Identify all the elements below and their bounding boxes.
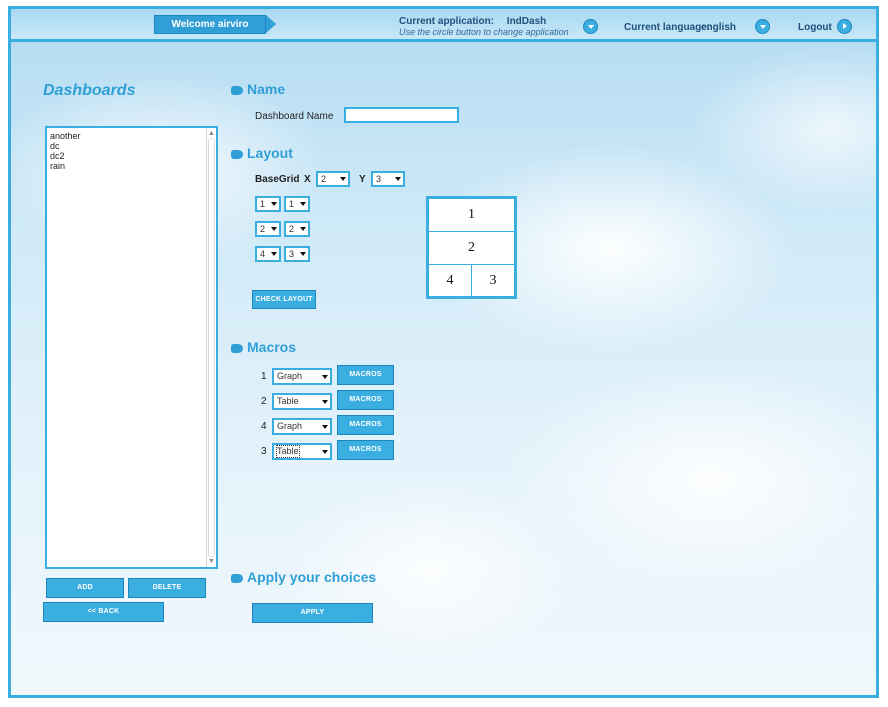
name-section-title: Name — [247, 81, 286, 97]
macro-number: 1 — [261, 371, 267, 382]
macro-type-select[interactable]: Graph — [272, 418, 332, 435]
change-application-hint: Use the circle button to change applicat… — [399, 27, 569, 37]
welcome-badge: Welcome airviro — [154, 15, 266, 34]
layout-preview-cell: 4 — [428, 264, 472, 297]
bullet-icon — [231, 344, 243, 353]
apply-button[interactable]: APPLY — [252, 603, 373, 623]
chevron-down-icon — [300, 202, 306, 206]
layout-row1-select-a[interactable]: 1 — [255, 196, 281, 212]
back-button[interactable]: << BACK — [43, 602, 164, 622]
layout-row2-select-a[interactable]: 2 — [255, 221, 281, 237]
layout-preview-cell: 3 — [471, 264, 515, 297]
app-frame: Welcome airviro Current application: Ind… — [8, 6, 879, 698]
bullet-icon — [231, 574, 243, 583]
scroll-down-icon[interactable]: ▼ — [207, 557, 216, 566]
x-label: X — [304, 174, 311, 185]
macros-button[interactable]: MACROS — [337, 390, 394, 410]
change-language-button[interactable] — [755, 19, 770, 34]
x-select[interactable]: 2 — [316, 171, 350, 187]
chevron-down-icon — [300, 252, 306, 256]
macro-type-select[interactable]: Graph — [272, 368, 332, 385]
chevron-down-icon — [322, 425, 328, 429]
layout-section-title: Layout — [247, 145, 293, 161]
welcome-arrow-icon — [266, 15, 276, 33]
macros-button[interactable]: MACROS — [337, 440, 394, 460]
layout-row1-select-b[interactable]: 1 — [284, 196, 310, 212]
check-layout-button[interactable]: CHECK LAYOUT — [252, 290, 316, 309]
list-item[interactable]: dc2 — [47, 151, 216, 161]
list-scrollbar[interactable]: ▲ ▼ — [206, 128, 216, 567]
current-application-label: Current application: — [399, 16, 495, 27]
chevron-down-icon — [340, 177, 346, 181]
bullet-icon — [231, 150, 243, 159]
list-item[interactable]: rain — [47, 161, 216, 171]
chevron-down-icon — [271, 202, 277, 206]
y-label: Y — [359, 174, 366, 185]
chevron-down-icon — [322, 450, 328, 454]
list-item[interactable]: another — [47, 131, 216, 141]
macro-type-select[interactable]: Table — [272, 443, 332, 460]
chevron-down-icon — [322, 375, 328, 379]
current-application-value: IndDash — [506, 16, 547, 27]
basegrid-label: BaseGrid — [255, 174, 300, 185]
macro-number: 2 — [261, 396, 267, 407]
chevron-down-icon — [271, 227, 277, 231]
layout-row3-select-b[interactable]: 3 — [284, 246, 310, 262]
macro-number: 4 — [261, 421, 267, 432]
macro-type-select[interactable]: Table — [272, 393, 332, 410]
apply-section-title: Apply your choices — [247, 569, 377, 585]
current-language-label: Current language: — [624, 22, 711, 33]
logout-link[interactable]: Logout — [798, 22, 832, 33]
macros-section-title: Macros — [247, 339, 297, 355]
top-bar: Welcome airviro Current application: Ind… — [11, 9, 876, 42]
layout-preview-cell: 2 — [428, 231, 515, 265]
dashboard-name-label: Dashboard Name — [255, 111, 334, 122]
bullet-icon — [231, 86, 243, 95]
delete-button[interactable]: DELETE — [128, 578, 206, 598]
current-application: Current application: IndDash Use the cir… — [399, 16, 574, 38]
dashboard-name-input[interactable] — [344, 107, 459, 123]
layout-row2-select-b[interactable]: 2 — [284, 221, 310, 237]
chevron-down-icon — [300, 227, 306, 231]
change-application-button[interactable] — [583, 19, 598, 34]
scroll-up-icon[interactable]: ▲ — [207, 129, 216, 138]
scroll-track[interactable] — [208, 138, 215, 557]
layout-preview-cell: 1 — [428, 198, 515, 232]
dashboards-list[interactable]: another dc dc2 rain ▲ ▼ — [45, 126, 218, 569]
layout-row3-select-a[interactable]: 4 — [255, 246, 281, 262]
dashboards-title: Dashboards — [43, 82, 136, 99]
logout-button[interactable] — [837, 19, 852, 34]
layout-preview: 1 2 4 3 — [426, 196, 517, 299]
add-button[interactable]: ADD — [46, 578, 124, 598]
current-language-value: english — [701, 22, 737, 33]
list-item[interactable]: dc — [47, 141, 216, 151]
macros-button[interactable]: MACROS — [337, 415, 394, 435]
chevron-down-icon — [271, 252, 277, 256]
y-select[interactable]: 3 — [371, 171, 405, 187]
macros-button[interactable]: MACROS — [337, 365, 394, 385]
chevron-down-icon — [395, 177, 401, 181]
chevron-down-icon — [322, 400, 328, 404]
macro-number: 3 — [261, 446, 267, 457]
